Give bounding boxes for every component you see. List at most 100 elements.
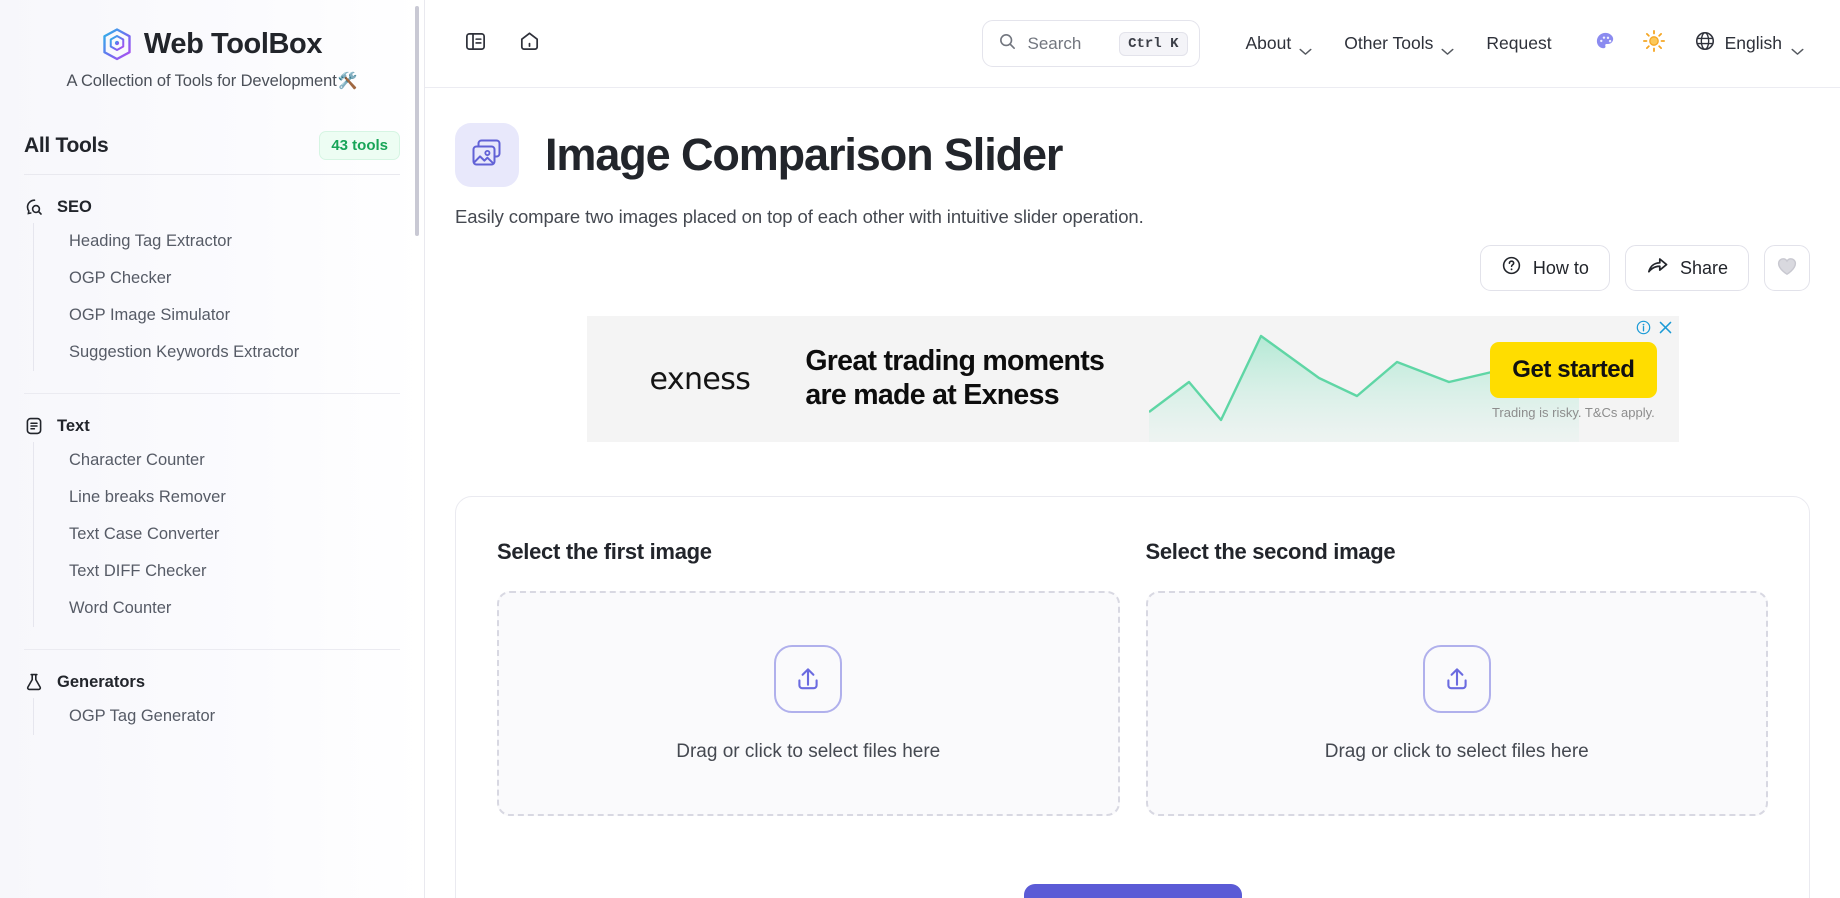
chevron-down-icon: [1299, 40, 1312, 55]
sidebar-tool-ogp-checker[interactable]: OGP Checker: [34, 260, 400, 297]
ad-headline: Great trading moments are made at Exness: [805, 345, 1105, 412]
chevron-down-icon: [1441, 40, 1454, 55]
category-title-seo: SEO: [57, 197, 92, 216]
app-root: Web ToolBox A Collection of Tools for De…: [0, 0, 1840, 898]
close-icon[interactable]: [1658, 320, 1673, 340]
language-label: English: [1724, 33, 1782, 53]
brand-name: Web ToolBox: [143, 28, 323, 60]
image-stack-icon: [469, 135, 505, 176]
light-mode-button[interactable]: [1634, 24, 1674, 64]
page-subtitle: Easily compare two images placed on top …: [455, 206, 1144, 227]
main-area: Search Ctrl K About Other Tools Request …: [425, 0, 1840, 898]
all-tools-header: All Tools 43 tools: [24, 131, 400, 175]
sidebar-tool-heading-tag-extractor[interactable]: Heading Tag Extractor: [34, 223, 400, 260]
ad-headline-line2: are made at Exness: [805, 379, 1059, 411]
first-image-dropzone-text: Drag or click to select files here: [676, 740, 941, 762]
sidebar-tool-text-case-converter[interactable]: Text Case Converter: [34, 516, 400, 553]
sidebar-category-generators: Generators OGP Tag Generator: [24, 649, 400, 735]
ad-brand-logo: exness: [649, 361, 751, 397]
ad-headline-line1: Great trading moments: [805, 345, 1105, 378]
ad-get-started-button[interactable]: Get started: [1490, 342, 1657, 398]
second-image-dropzone[interactable]: Drag or click to select files here: [1145, 591, 1768, 816]
sidebar: Web ToolBox A Collection of Tools for De…: [0, 0, 425, 898]
search-placeholder: Search: [1027, 33, 1082, 53]
home-button[interactable]: [509, 24, 549, 64]
nav-item-about[interactable]: About: [1230, 23, 1329, 64]
sidebar-tool-text-diff-checker[interactable]: Text DIFF Checker: [34, 553, 400, 590]
seo-search-icon: [24, 197, 44, 217]
sidebar-scrollbar-thumb[interactable]: [415, 6, 419, 236]
second-image-title: Select the second image: [1145, 539, 1396, 564]
first-image-title: Select the first image: [497, 539, 712, 564]
how-to-button[interactable]: How to: [1479, 245, 1610, 291]
page-actions: How to Share: [455, 245, 1810, 291]
tools-emoji-icon: 🛠️: [337, 73, 358, 90]
nav-label-request: Request: [1486, 33, 1552, 53]
upload-icon: [1422, 644, 1491, 713]
second-image-column: Select the second image Drag or click to…: [1145, 539, 1768, 816]
sidebar-tool-character-counter[interactable]: Character Counter: [34, 442, 400, 479]
theme-palette-button[interactable]: [1586, 24, 1626, 64]
nav-label-about: About: [1245, 33, 1292, 53]
sidebar-tool-word-counter[interactable]: Word Counter: [34, 590, 400, 627]
hexagon-cube-logo-icon: [102, 28, 132, 61]
nav-item-request[interactable]: Request: [1470, 23, 1567, 64]
sidebar-toggle-icon: [464, 30, 487, 58]
ad-disclaimer: Trading is risky. T&Cs apply.: [1491, 405, 1655, 420]
globe-icon: [1694, 30, 1716, 57]
language-selector[interactable]: English: [1682, 21, 1814, 66]
sidebar-category-text: Text Character Counter Line breaks Remov…: [24, 393, 400, 627]
sun-icon: [1642, 29, 1666, 58]
home-icon: [518, 30, 541, 58]
sidebar-scrollbar[interactable]: [415, 0, 422, 898]
share-button[interactable]: Share: [1624, 245, 1749, 291]
second-image-dropzone-text: Drag or click to select files here: [1324, 740, 1589, 762]
brand-tagline: A Collection of Tools for Development 🛠️: [24, 71, 400, 91]
sidebar-category-seo: SEO Heading Tag Extractor OGP Checker OG…: [24, 175, 400, 371]
sidebar-tool-ogp-tag-generator[interactable]: OGP Tag Generator: [34, 698, 400, 735]
adchoices-info-icon[interactable]: [1636, 320, 1651, 340]
page-content: Image Comparison Slider Easily compare t…: [425, 88, 1840, 898]
category-title-generators: Generators: [57, 672, 146, 691]
tools-count-badge: 43 tools: [319, 131, 400, 160]
advertisement-wrapper: exness Great trading moments are made at…: [455, 316, 1810, 442]
favorite-button[interactable]: [1764, 245, 1810, 291]
sidebar-toggle-button[interactable]: [455, 24, 495, 64]
share-arrow-icon: [1646, 254, 1669, 282]
first-image-dropzone[interactable]: Drag or click to select files here: [497, 591, 1120, 816]
category-header-generators[interactable]: Generators: [24, 672, 400, 698]
search-icon: [998, 32, 1017, 56]
topbar-right-icons: English: [1586, 21, 1814, 66]
nav-label-other-tools: Other Tools: [1344, 33, 1434, 53]
page-title-row: Image Comparison Slider: [455, 88, 1810, 187]
page-title: Image Comparison Slider: [545, 129, 1063, 180]
advertisement-banner[interactable]: exness Great trading moments are made at…: [586, 316, 1679, 442]
chevron-down-icon: [1791, 40, 1804, 55]
question-circle-icon: [1501, 255, 1522, 281]
upload-icon: [774, 644, 843, 713]
sidebar-tool-line-breaks-remover[interactable]: Line breaks Remover: [34, 479, 400, 516]
text-document-icon: [24, 416, 44, 436]
heart-icon: [1775, 254, 1799, 283]
top-nav: About Other Tools Request: [1230, 23, 1568, 64]
brand-header[interactable]: Web ToolBox A Collection of Tools for De…: [24, 0, 400, 91]
first-image-column: Select the first image Drag or click to …: [497, 539, 1120, 816]
primary-action-button-partial[interactable]: [1023, 884, 1242, 898]
nav-item-other-tools[interactable]: Other Tools: [1328, 23, 1470, 64]
flask-icon: [24, 672, 44, 692]
share-label: Share: [1679, 257, 1728, 278]
ad-cta-container: Get started Trading is risky. T&Cs apply…: [1490, 342, 1657, 420]
category-header-seo[interactable]: SEO: [24, 197, 400, 223]
sidebar-tool-ogp-image-simulator[interactable]: OGP Image Simulator: [34, 297, 400, 334]
palette-icon: [1594, 30, 1617, 58]
category-header-text[interactable]: Text: [24, 416, 400, 442]
all-tools-label: All Tools: [24, 133, 109, 157]
search-shortcut-badge: Ctrl K: [1119, 31, 1188, 56]
sidebar-tool-suggestion-keywords-extractor[interactable]: Suggestion Keywords Extractor: [34, 334, 400, 371]
topbar: Search Ctrl K About Other Tools Request …: [425, 0, 1840, 88]
search-input[interactable]: Search Ctrl K: [981, 20, 1200, 67]
ad-controls: [1636, 320, 1673, 340]
page-icon-container: [455, 123, 519, 187]
category-title-text: Text: [57, 416, 90, 435]
upload-card: Select the first image Drag or click to …: [455, 496, 1810, 898]
